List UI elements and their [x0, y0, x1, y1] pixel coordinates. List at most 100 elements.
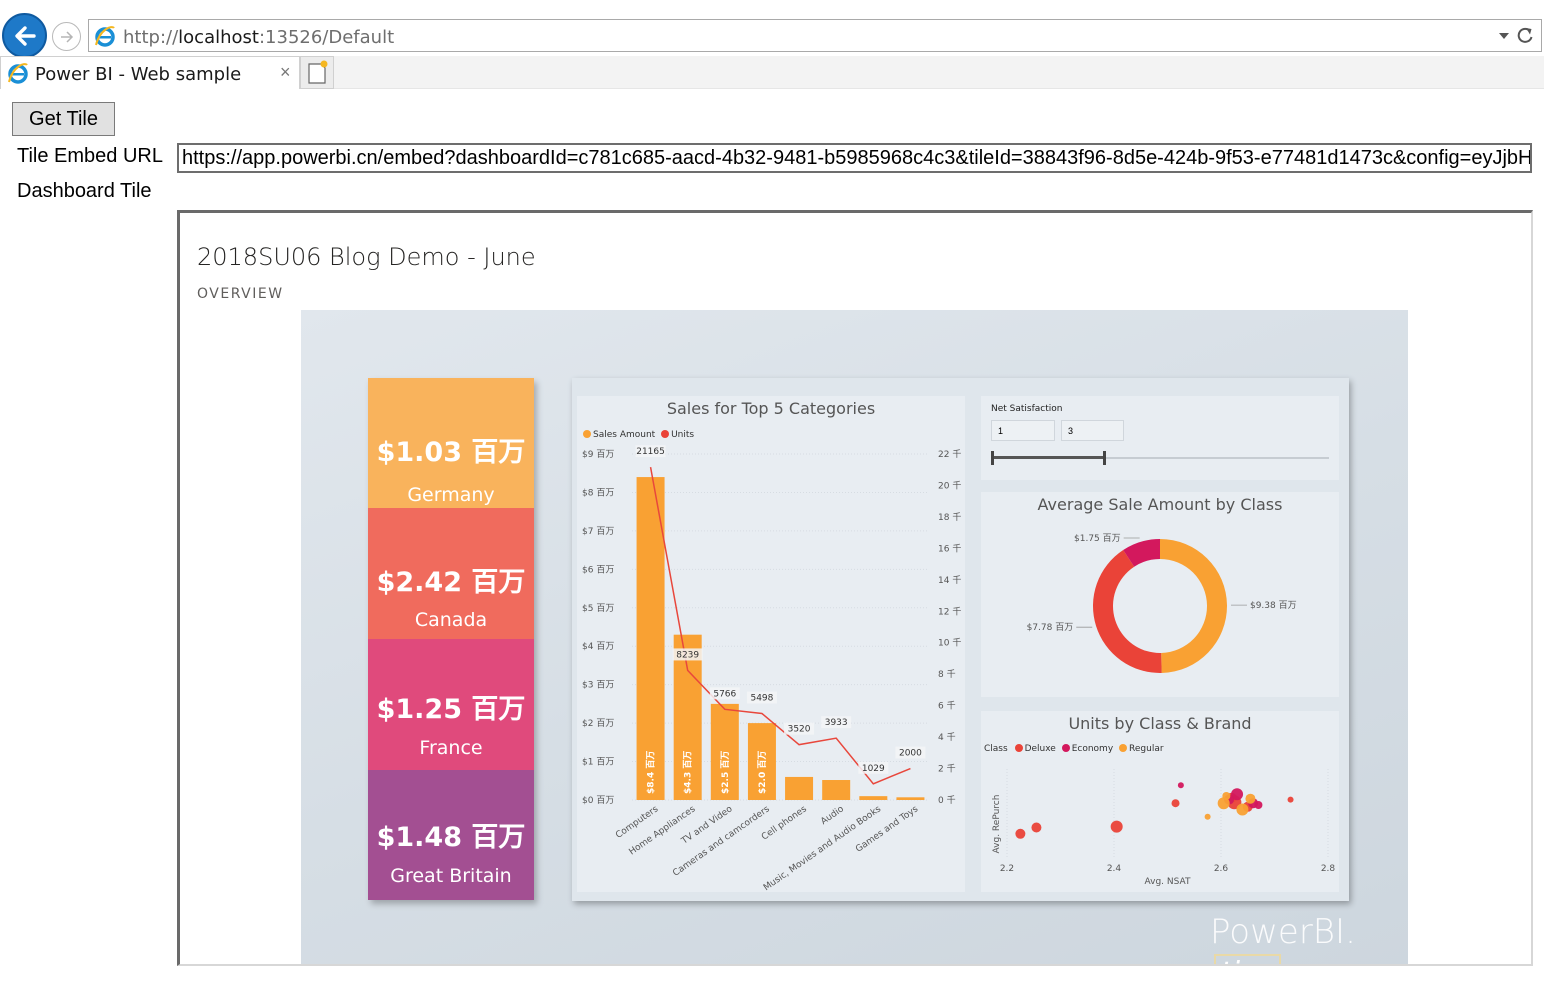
units-data-label: 5498: [750, 694, 773, 704]
y-right-tick-label: 8 千: [938, 669, 956, 680]
units-data-label: 5766: [713, 689, 736, 699]
y-right-tick-label: 2 千: [938, 764, 956, 775]
combo-chart-plot: $9 百万 $8 百万 $7 百万 $6 百万 $5 百万 $4 百万 $3 百万 $2 百万…: [582, 445, 961, 892]
tab-bar: Power BI - Web sample ×: [0, 56, 1544, 89]
report-canvas[interactable]: $1.03 百万 Germany $2.42 百万 Canada $1.25 百…: [301, 310, 1408, 964]
address-dropdown-icon[interactable]: [1499, 33, 1509, 39]
ie-logo-icon: [8, 63, 28, 84]
y-left-tick-label: $3 百万: [582, 680, 614, 691]
donut-chart-plot: $9.38 百万 $7.78 百万 $1.75 百万: [1027, 533, 1297, 673]
donut-slice-regular: [1160, 539, 1228, 673]
scatter-point-deluxe: [1031, 822, 1042, 833]
scatter-point-deluxe: [1171, 799, 1180, 808]
refresh-icon[interactable]: [1515, 26, 1535, 46]
scatter-point-regular: [1245, 793, 1256, 804]
x-axis-title: Avg. NSAT: [1145, 877, 1191, 887]
powerbi-tips-watermark: PowerBI. tips: [1210, 912, 1408, 964]
scatter-point-economy: [1254, 801, 1263, 809]
kpi-value: $2.42 百万: [376, 567, 526, 598]
donut-data-label: $7.78 百万: [1027, 622, 1074, 633]
y-left-tick-label: $7 百万: [582, 526, 614, 537]
forward-button[interactable]: [52, 22, 81, 51]
sales-combo-chart[interactable]: Sales for Top 5 Categories Sales Amount …: [577, 396, 965, 892]
units-data-label: 3520: [788, 725, 811, 735]
net-satisfaction-slicer[interactable]: Net Satisfaction 1 3: [981, 396, 1339, 480]
slider-range-fill: [991, 456, 1103, 459]
dashboard-tile-label: Dashboard Tile: [17, 180, 152, 202]
back-button[interactable]: [2, 13, 47, 58]
y-left-tick-label: $8 百万: [582, 487, 614, 498]
y-left-tick-label: $0 百万: [582, 795, 614, 806]
y-left-tick-label: $2 百万: [582, 718, 614, 729]
bar-4: [785, 776, 814, 800]
bar-6: [859, 796, 888, 800]
tile-title: 2018SU06 Blog Demo - June: [197, 243, 536, 271]
bar-5: [822, 780, 851, 800]
y-right-tick-label: 22 千: [938, 449, 961, 460]
units-data-label: 1029: [862, 764, 885, 774]
dashboard-tile-frame[interactable]: 2018SU06 Blog Demo - June OVERVIEW $1.03…: [177, 210, 1533, 966]
bar-value-label: $4.3 百万: [683, 751, 694, 794]
y-right-tick-label: 0 千: [938, 795, 956, 806]
bar-value-label: $2.5 百万: [720, 751, 731, 794]
bar-7: [896, 797, 925, 800]
slicer-max-input[interactable]: 3: [1061, 420, 1124, 441]
y-axis-title: Avg. RePurch: [992, 795, 1002, 854]
scatter-point-deluxe: [1110, 820, 1123, 833]
watermark-tips: tips: [1214, 954, 1281, 964]
tile-embed-url-label: Tile Embed URL: [17, 145, 163, 167]
y-right-tick-label: 16 千: [938, 543, 961, 554]
address-bar[interactable]: http://localhost:13526/Default: [88, 19, 1542, 52]
x-category-label: Audio: [819, 804, 846, 827]
tab-power-bi-web-sample[interactable]: Power BI - Web sample ×: [0, 56, 300, 89]
x-category-label: Games and Toys: [854, 804, 920, 855]
kpi-column: $1.03 百万 Germany $2.42 百万 Canada $1.25 百…: [368, 378, 534, 900]
kpi-card-canada[interactable]: $2.42 百万 Canada: [368, 508, 534, 639]
url-scheme: http://: [123, 27, 179, 48]
kpi-value: $1.48 百万: [376, 822, 526, 853]
ie-logo-icon: [95, 26, 115, 47]
kpi-value: $1.25 百万: [376, 694, 526, 725]
scatter-point-deluxe: [1287, 796, 1294, 803]
get-tile-button[interactable]: Get Tile: [12, 102, 115, 136]
arrow-right-icon: [60, 30, 73, 43]
bar-value-label: $2.0 百万: [757, 751, 768, 794]
donut-data-label: $1.75 百万: [1074, 533, 1121, 544]
y-left-tick-label: $6 百万: [582, 564, 614, 575]
scatter-point-regular: [1222, 792, 1231, 800]
new-tab-button[interactable]: [300, 56, 334, 89]
x-tick-label: 2.8: [1321, 864, 1336, 874]
units-scatter-chart[interactable]: Units by Class & Brand Class Deluxe Econ…: [981, 711, 1339, 892]
address-url[interactable]: http://localhost:13526/Default: [123, 27, 394, 48]
tab-close-icon[interactable]: ×: [280, 62, 291, 83]
kpi-card-france[interactable]: $1.25 百万 France: [368, 639, 534, 770]
scatter-point-regular: [1236, 803, 1249, 816]
tab-title: Power BI - Web sample: [35, 64, 242, 85]
kpi-country: Canada: [414, 609, 488, 631]
main-report-card: Sales for Top 5 Categories Sales Amount …: [572, 378, 1349, 901]
scatter-chart-plot: 2.2 2.4 2.6 2.8 Avg. NSAT Avg. RePurch: [992, 769, 1336, 887]
y-right-tick-label: 14 千: [938, 575, 961, 586]
tile-embed-url-input[interactable]: https://app.powerbi.cn/embed?dashboardId…: [177, 143, 1532, 173]
y-left-tick-label: $4 百万: [582, 641, 614, 652]
kpi-country: Great Britain: [390, 865, 512, 887]
slicer-min-input[interactable]: 1: [991, 420, 1055, 441]
kpi-value: $1.03 百万: [376, 437, 526, 468]
kpi-card-germany[interactable]: $1.03 百万 Germany: [368, 378, 534, 508]
y-right-tick-label: 20 千: [938, 480, 961, 491]
slider-max-handle[interactable]: [1102, 451, 1106, 465]
y-left-tick-label: $5 百万: [582, 603, 614, 614]
y-right-tick-label: 10 千: [938, 638, 961, 649]
url-path: :13526/Default: [258, 27, 395, 48]
scatter-point-regular: [1204, 813, 1211, 820]
units-data-label: 2000: [899, 749, 922, 759]
x-category-label: Home Appliances: [627, 804, 697, 857]
slider-min-handle[interactable]: [991, 451, 994, 465]
kpi-card-great-britain[interactable]: $1.48 百万 Great Britain: [368, 770, 534, 900]
y-left-tick-label: $1 百万: [582, 757, 614, 768]
kpi-country: France: [419, 737, 483, 759]
x-tick-label: 2.6: [1214, 864, 1229, 874]
browser-chrome: http://localhost:13526/Default Power BI …: [0, 0, 1544, 90]
slicer-title: Net Satisfaction: [991, 404, 1063, 414]
average-sale-donut-chart[interactable]: Average Sale Amount by Class $9.38 百万 $7.…: [981, 492, 1339, 697]
